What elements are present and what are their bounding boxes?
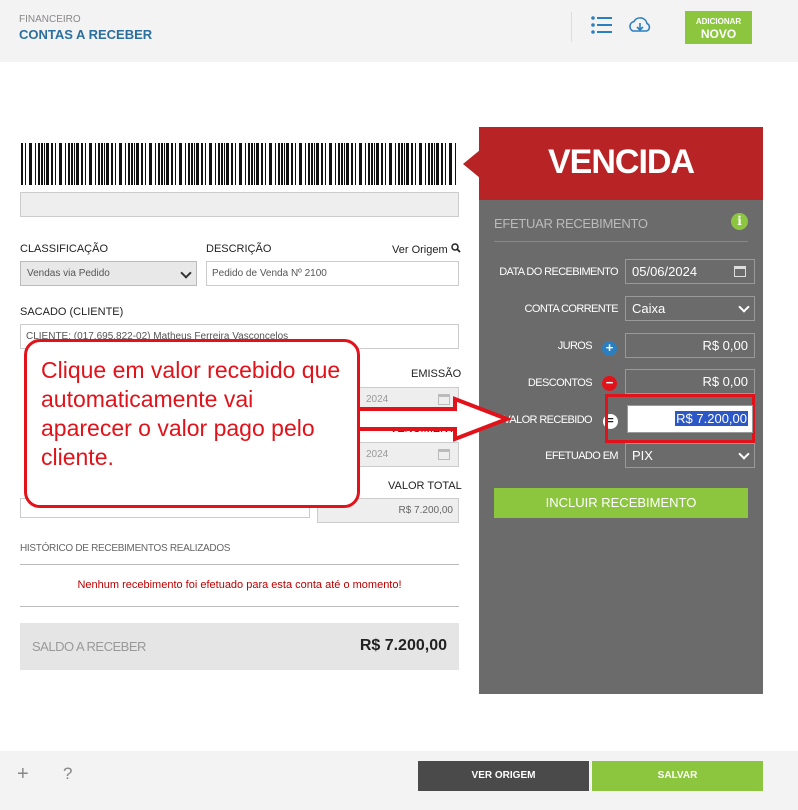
ver-origem-link-text: Ver Origem — [392, 244, 448, 256]
calendar-icon — [438, 449, 450, 460]
chevron-down-icon — [738, 448, 750, 460]
valor-recebido-field[interactable]: R$ 7.200,00 — [627, 405, 753, 433]
juros-label: JUROS — [557, 340, 593, 352]
classificacao-label: CLASSIFICAÇÃO — [20, 243, 109, 255]
search-icon — [450, 243, 461, 253]
chevron-down-icon — [180, 267, 192, 279]
add-new-button[interactable]: ADICIONAR NOVO — [685, 11, 752, 44]
efetuado-em-value: PIX — [632, 448, 653, 463]
page-title: CONTAS A RECEBER — [19, 27, 153, 42]
panel-title: EFETUAR RECEBIMENTO — [494, 216, 648, 231]
divider — [494, 241, 748, 242]
descontos-label: DESCONTOS — [527, 377, 593, 389]
plus-circle-icon: + — [602, 341, 617, 356]
help-icon[interactable]: ? — [63, 764, 72, 784]
annotation-arrow — [360, 396, 513, 442]
breadcrumb-section: FINANCEIRO — [19, 14, 81, 25]
add-icon[interactable]: + — [17, 763, 29, 786]
data-recebimento-label: DATA DO RECEBIMENTO — [499, 266, 618, 278]
annotation-text: Clique em valor recebido que automaticam… — [41, 357, 341, 470]
chevron-down-icon — [738, 301, 750, 313]
list-icon[interactable] — [589, 13, 615, 37]
save-button[interactable]: SALVAR — [592, 761, 763, 791]
juros-field[interactable]: R$ 0,00 — [625, 333, 755, 358]
annotation-callout: Clique em valor recebido que automaticam… — [24, 339, 360, 508]
barcode-image — [21, 143, 456, 185]
data-recebimento-field[interactable]: 05/06/2024 — [625, 259, 755, 284]
conta-corrente-select[interactable]: Caixa — [625, 296, 755, 321]
status-pointer — [463, 150, 480, 178]
classificacao-value: Vendas via Pedido — [27, 268, 110, 279]
sacado-label: SACADO (CLIENTE) — [20, 306, 124, 318]
emissao-label: EMISSÃO — [411, 368, 462, 380]
toolbar-divider — [571, 12, 572, 42]
add-new-label-top: ADICIONAR — [695, 17, 742, 26]
info-icon[interactable]: i — [731, 213, 748, 230]
ver-origem-button[interactable]: VER ORIGEM — [418, 761, 589, 791]
conta-corrente-value: Caixa — [632, 301, 666, 316]
divider — [20, 606, 459, 607]
valor-total-label: VALOR TOTAL — [388, 480, 462, 492]
efetuado-em-select[interactable]: PIX — [625, 443, 755, 468]
calendar-icon[interactable] — [734, 266, 746, 277]
minus-circle-icon: − — [602, 376, 617, 391]
efetuado-em-label: EFETUADO EM — [545, 450, 618, 462]
history-empty-message: Nenhum recebimento foi efetuado para est… — [77, 579, 402, 591]
status-text: VENCIDA — [547, 143, 695, 181]
ver-origem-link[interactable]: Ver Origem — [392, 243, 461, 256]
add-new-label-main: NOVO — [700, 27, 737, 41]
classificacao-select[interactable]: Vendas via Pedido — [20, 261, 197, 286]
data-recebimento-value: 05/06/2024 — [632, 264, 698, 279]
descricao-label: DESCRIÇÃO — [206, 243, 272, 255]
vencimento-value: 2024 — [366, 449, 389, 460]
conta-corrente-label: CONTA CORRENTE — [524, 303, 619, 315]
history-title: HISTÓRICO DE RECEBIMENTOS REALIZADOS — [20, 543, 231, 554]
saldo-label: SALDO A RECEBER — [32, 639, 146, 654]
descricao-field[interactable]: Pedido de Venda Nº 2100 — [206, 261, 459, 286]
saldo-value: R$ 7.200,00 — [359, 637, 447, 654]
incluir-recebimento-button[interactable]: INCLUIR RECEBIMENTO — [494, 488, 748, 518]
saldo-box: SALDO A RECEBER R$ 7.200,00 — [20, 623, 459, 670]
cloud-download-icon[interactable] — [627, 13, 653, 37]
divider — [20, 564, 459, 565]
descontos-field[interactable]: R$ 0,00 — [625, 369, 755, 394]
barcode-field[interactable] — [20, 192, 459, 217]
valor-recebido-value: R$ 7.200,00 — [675, 411, 748, 426]
